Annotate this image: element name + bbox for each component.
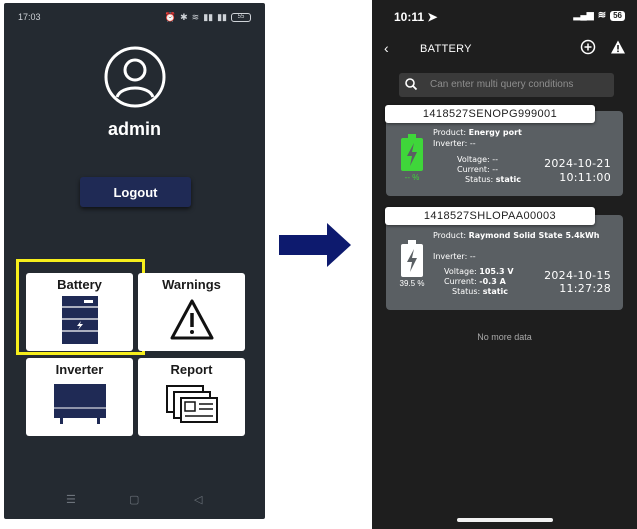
add-circle-icon[interactable] bbox=[580, 39, 596, 55]
battery-percent: -- % bbox=[404, 173, 420, 182]
back-chevron-icon[interactable]: ‹ bbox=[384, 40, 389, 56]
battery-percent: 39.5 % bbox=[399, 279, 425, 288]
status-bar: 10:11 ➤ ▂▄▆ ≋ 56 bbox=[394, 10, 625, 26]
bluetooth-icon: ✱ bbox=[180, 12, 188, 22]
warning-triangle-icon bbox=[170, 299, 213, 340]
report-tile-label: Report bbox=[170, 362, 213, 377]
battery-card[interactable]: 39.5 % Product: Raymond Solid State 5.4k… bbox=[386, 215, 623, 310]
inverter-line: Inverter: -- bbox=[433, 252, 476, 261]
back-nav-icon[interactable]: ◁ bbox=[194, 493, 202, 506]
menu-nav-icon[interactable]: ☰ bbox=[66, 493, 76, 506]
transition-arrow-icon bbox=[279, 223, 351, 267]
status-icons: ▂▄▆ ≋ 56 bbox=[573, 10, 625, 21]
status-line: Status: static bbox=[452, 287, 509, 296]
warnings-tile-label: Warnings bbox=[162, 277, 221, 292]
username-label: admin bbox=[107, 119, 161, 139]
report-tile[interactable]: Report bbox=[138, 358, 245, 436]
location-arrow-icon: ➤ bbox=[427, 10, 438, 24]
warnings-tile[interactable]: Warnings bbox=[138, 273, 245, 351]
avatar-icon bbox=[104, 46, 166, 108]
home-indicator[interactable] bbox=[457, 518, 553, 522]
battery-charging-icon bbox=[401, 240, 423, 277]
product-line: Product: Energy port bbox=[433, 128, 522, 137]
battery-tile-label: Battery bbox=[57, 277, 102, 292]
card-date: 2024-10-21 bbox=[544, 157, 611, 170]
battery-tile[interactable]: Battery bbox=[26, 273, 133, 351]
signal-icon-2: ▮▮ bbox=[217, 12, 227, 22]
product-line: Product: Raymond Solid State 5.4kWh bbox=[433, 231, 600, 240]
voltage-line: Voltage: -- bbox=[457, 155, 499, 164]
inverter-tile-label: Inverter bbox=[55, 362, 104, 377]
search-input[interactable]: Can enter multi query conditions bbox=[399, 73, 614, 97]
voltage-line: Voltage: 105.3 V bbox=[444, 267, 514, 276]
battery-charging-icon bbox=[401, 134, 423, 171]
battery-serial-label: 1418527SENOPG999001 bbox=[385, 105, 595, 123]
battery-status-icon: 55 bbox=[231, 12, 251, 22]
right-phone-screen: 10:11 ➤ ▂▄▆ ≋ 56 ‹ BATTERY Can enter mul… bbox=[372, 0, 637, 529]
current-line: Current: -- bbox=[457, 165, 499, 174]
wifi-icon: ≋ bbox=[191, 12, 200, 22]
status-time: 10:11 ➤ bbox=[394, 10, 438, 24]
inverter-icon bbox=[53, 384, 106, 424]
left-phone-screen: 17:03 ⏰ ✱ ≋ ▮▮ ▮▮ 55 admin Logout Batter… bbox=[4, 3, 265, 519]
battery-status-icon: 56 bbox=[610, 10, 625, 21]
system-nav-bar: ☰ ▢ ◁ bbox=[4, 493, 265, 509]
inverter-line: Inverter: -- bbox=[433, 139, 476, 148]
card-time: 11:27:28 bbox=[559, 282, 611, 295]
battery-rack-icon bbox=[61, 296, 98, 344]
search-icon bbox=[405, 78, 418, 91]
search-placeholder: Can enter multi query conditions bbox=[430, 79, 574, 90]
signal-icon: ▂▄▆ bbox=[573, 10, 594, 20]
battery-card[interactable]: -- % Product: Energy port Inverter: -- V… bbox=[386, 111, 623, 196]
wifi-icon: ≋ bbox=[597, 10, 607, 21]
current-line: Current: -0.3 A bbox=[444, 277, 506, 286]
home-nav-icon[interactable]: ▢ bbox=[129, 493, 139, 506]
battery-serial-label: 1418527SHLOPAA00003 bbox=[385, 207, 595, 225]
inverter-tile[interactable]: Inverter bbox=[26, 358, 133, 436]
status-icons: ⏰ ✱ ≋ ▮▮ ▮▮ 55 bbox=[165, 11, 251, 23]
no-more-data-label: No more data bbox=[477, 332, 532, 342]
logout-button[interactable]: Logout bbox=[80, 177, 191, 207]
alarm-icon: ⏰ bbox=[164, 12, 177, 22]
signal-icon: ▮▮ bbox=[203, 12, 214, 22]
status-time: 17:03 bbox=[18, 12, 41, 22]
status-bar: 17:03 ⏰ ✱ ≋ ▮▮ ▮▮ 55 bbox=[18, 11, 251, 25]
report-icon bbox=[165, 385, 218, 423]
page-title: BATTERY bbox=[420, 43, 472, 55]
warning-icon[interactable] bbox=[610, 39, 626, 55]
status-line: Status: static bbox=[465, 175, 522, 184]
page-header: ‹ BATTERY bbox=[372, 38, 637, 60]
card-time: 10:11:00 bbox=[559, 171, 611, 184]
card-date: 2024-10-15 bbox=[544, 269, 611, 282]
